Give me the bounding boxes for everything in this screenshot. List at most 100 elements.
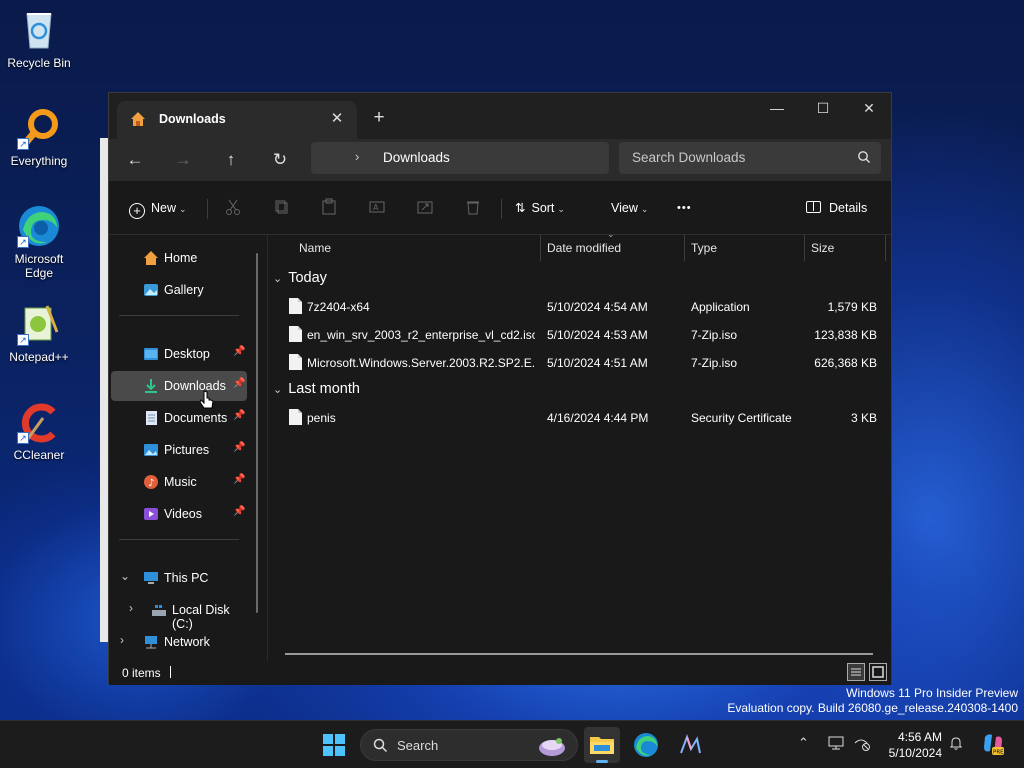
minimize-button[interactable]: — (754, 93, 800, 125)
start-button[interactable] (316, 727, 352, 763)
column-divider[interactable] (885, 235, 886, 261)
show-hidden-icons-chevron-up-icon[interactable]: ⌃ (798, 735, 809, 751)
chevron-right-icon[interactable]: › (120, 633, 124, 647)
new-tab-button[interactable]: + (365, 105, 393, 131)
notification-bell-icon[interactable] (948, 735, 964, 754)
sort-button[interactable]: ⇅ Sort ⌄ (515, 195, 565, 221)
tab-title: Downloads (159, 112, 226, 126)
share-icon[interactable] (416, 198, 436, 218)
file-name: 7z2404-x64 (307, 300, 370, 314)
copy-icon[interactable] (273, 198, 293, 218)
chevron-right-icon[interactable]: › (129, 601, 133, 615)
sidebar-item-this-pc[interactable]: ⌄ This PC (111, 563, 247, 593)
forward-button[interactable]: → (167, 145, 199, 175)
sidebar-item-local-disk[interactable]: › Local Disk (C:) (111, 595, 247, 631)
details-pane-icon (806, 201, 821, 213)
pin-icon[interactable]: 📌 (233, 442, 245, 453)
file-date: 5/10/2024 4:53 AM (547, 328, 648, 342)
search-input[interactable]: Search Downloads (619, 142, 881, 174)
sidebar-item-desktop[interactable]: Desktop 📌 (111, 339, 247, 369)
more-options-button[interactable]: ••• (677, 195, 692, 221)
file-row[interactable]: Microsoft.Windows.Server.2003.R2.SP2.E..… (269, 349, 889, 377)
sidebar-item-downloads[interactable]: Downloads 📌 (111, 371, 247, 401)
chevron-down-icon[interactable]: ⌄ (120, 569, 130, 583)
pin-icon[interactable]: 📌 (233, 506, 245, 517)
chevron-right-icon[interactable]: › (355, 149, 359, 164)
ccleaner-icon: ↗ (17, 400, 61, 444)
back-button[interactable]: ← (119, 145, 151, 175)
divider (207, 199, 208, 219)
column-divider[interactable] (804, 235, 805, 261)
sidebar-item-label: Desktop (164, 347, 210, 361)
column-divider[interactable] (684, 235, 685, 261)
sort-indicator-icon: ⌄ (607, 229, 615, 239)
sidebar-item-pictures[interactable]: Pictures 📌 (111, 435, 247, 465)
sort-icon: ⇅ (515, 201, 526, 215)
column-header-name[interactable]: Name (299, 235, 331, 261)
details-view-toggle[interactable] (847, 663, 865, 681)
column-divider[interactable] (540, 235, 541, 261)
desktop-icon-ccleaner[interactable]: ↗ CCleaner (1, 400, 77, 462)
tab-close-icon[interactable]: ✕ (325, 107, 349, 131)
up-button[interactable]: ↑ (215, 145, 247, 175)
new-button[interactable]: + New ⌄ (129, 195, 187, 221)
taskbar-pen-app[interactable] (672, 727, 708, 763)
shortcut-arrow-icon: ↗ (17, 138, 29, 150)
maximize-button[interactable]: ☐ (800, 93, 846, 125)
desktop-icon-label: Notepad++ (9, 350, 69, 364)
group-header-last-month[interactable]: ⌄ Last month (273, 381, 360, 397)
chevron-down-icon: ⌄ (640, 204, 649, 214)
column-header-type[interactable]: Type (691, 235, 717, 261)
sidebar-item-home[interactable]: Home (111, 243, 247, 273)
display-icon[interactable] (828, 735, 844, 754)
rename-icon[interactable]: A (368, 198, 388, 218)
taskbar-search[interactable]: Search (360, 729, 578, 761)
tab-downloads[interactable]: Downloads ✕ (117, 101, 357, 139)
chevron-down-icon: ⌄ (273, 273, 283, 285)
sidebar-item-gallery[interactable]: Gallery (111, 275, 247, 305)
pin-icon[interactable]: 📌 (233, 378, 245, 389)
sidebar-item-label: Network (164, 635, 210, 649)
music-icon: ♪ (143, 474, 159, 490)
sidebar-scrollbar[interactable] (256, 253, 258, 613)
desktop-icon-recycle-bin[interactable]: Recycle Bin (1, 8, 77, 70)
sidebar-item-music[interactable]: ♪ Music 📌 (111, 467, 247, 497)
large-icons-view-toggle[interactable] (869, 663, 887, 681)
group-header-today[interactable]: ⌄ Today (273, 270, 327, 286)
sidebar-item-documents[interactable]: Documents 📌 (111, 403, 247, 433)
pin-icon[interactable]: 📌 (233, 410, 245, 421)
cut-icon[interactable] (224, 198, 244, 218)
file-row[interactable]: 7z2404-x64 5/10/2024 4:54 AM Application… (269, 293, 889, 321)
desktop-icon-everything[interactable]: ↗ Everything (1, 106, 77, 168)
taskbar-edge[interactable] (628, 727, 664, 763)
sidebar-item-videos[interactable]: Videos 📌 (111, 499, 247, 529)
sidebar-item-network[interactable]: › Network (111, 627, 247, 657)
delete-icon[interactable] (464, 198, 484, 218)
desktop-icon-label: Everything (10, 154, 68, 168)
sort-label: Sort (531, 201, 555, 215)
network-disconnected-icon[interactable] (853, 735, 871, 754)
paste-icon[interactable] (320, 198, 340, 218)
plus-circle-icon: + (129, 203, 145, 219)
close-button[interactable]: ✕ (846, 93, 892, 125)
desktop-icon-edge[interactable]: ↗ Microsoft Edge (1, 204, 77, 280)
details-button[interactable]: Details (806, 195, 867, 221)
copilot-icon[interactable]: PRE (980, 731, 1006, 760)
horizontal-scrollbar[interactable] (285, 653, 873, 655)
pin-icon[interactable]: 📌 (233, 346, 245, 357)
background-window-edge (100, 138, 108, 642)
chevron-down-icon: ⌄ (179, 204, 187, 214)
pin-icon[interactable]: 📌 (233, 474, 245, 485)
taskbar-clock[interactable]: 4:56 AM 5/10/2024 (872, 729, 942, 761)
address-bar[interactable]: › Downloads (311, 142, 609, 174)
documents-icon (143, 410, 159, 426)
file-row[interactable]: penis 4/16/2024 4:44 PM Security Certifi… (269, 404, 889, 432)
breadcrumb-downloads[interactable]: Downloads (383, 150, 450, 165)
column-header-size[interactable]: Size (811, 235, 834, 261)
view-button[interactable]: View ⌄ (611, 195, 648, 221)
taskbar-file-explorer[interactable] (584, 727, 620, 763)
desktop-icon-notepadpp[interactable]: ↗ Notepad++ (1, 302, 77, 364)
refresh-button[interactable]: ↻ (264, 145, 296, 175)
pane-splitter[interactable] (267, 235, 268, 661)
file-row[interactable]: en_win_srv_2003_r2_enterprise_vl_cd2.iso… (269, 321, 889, 349)
